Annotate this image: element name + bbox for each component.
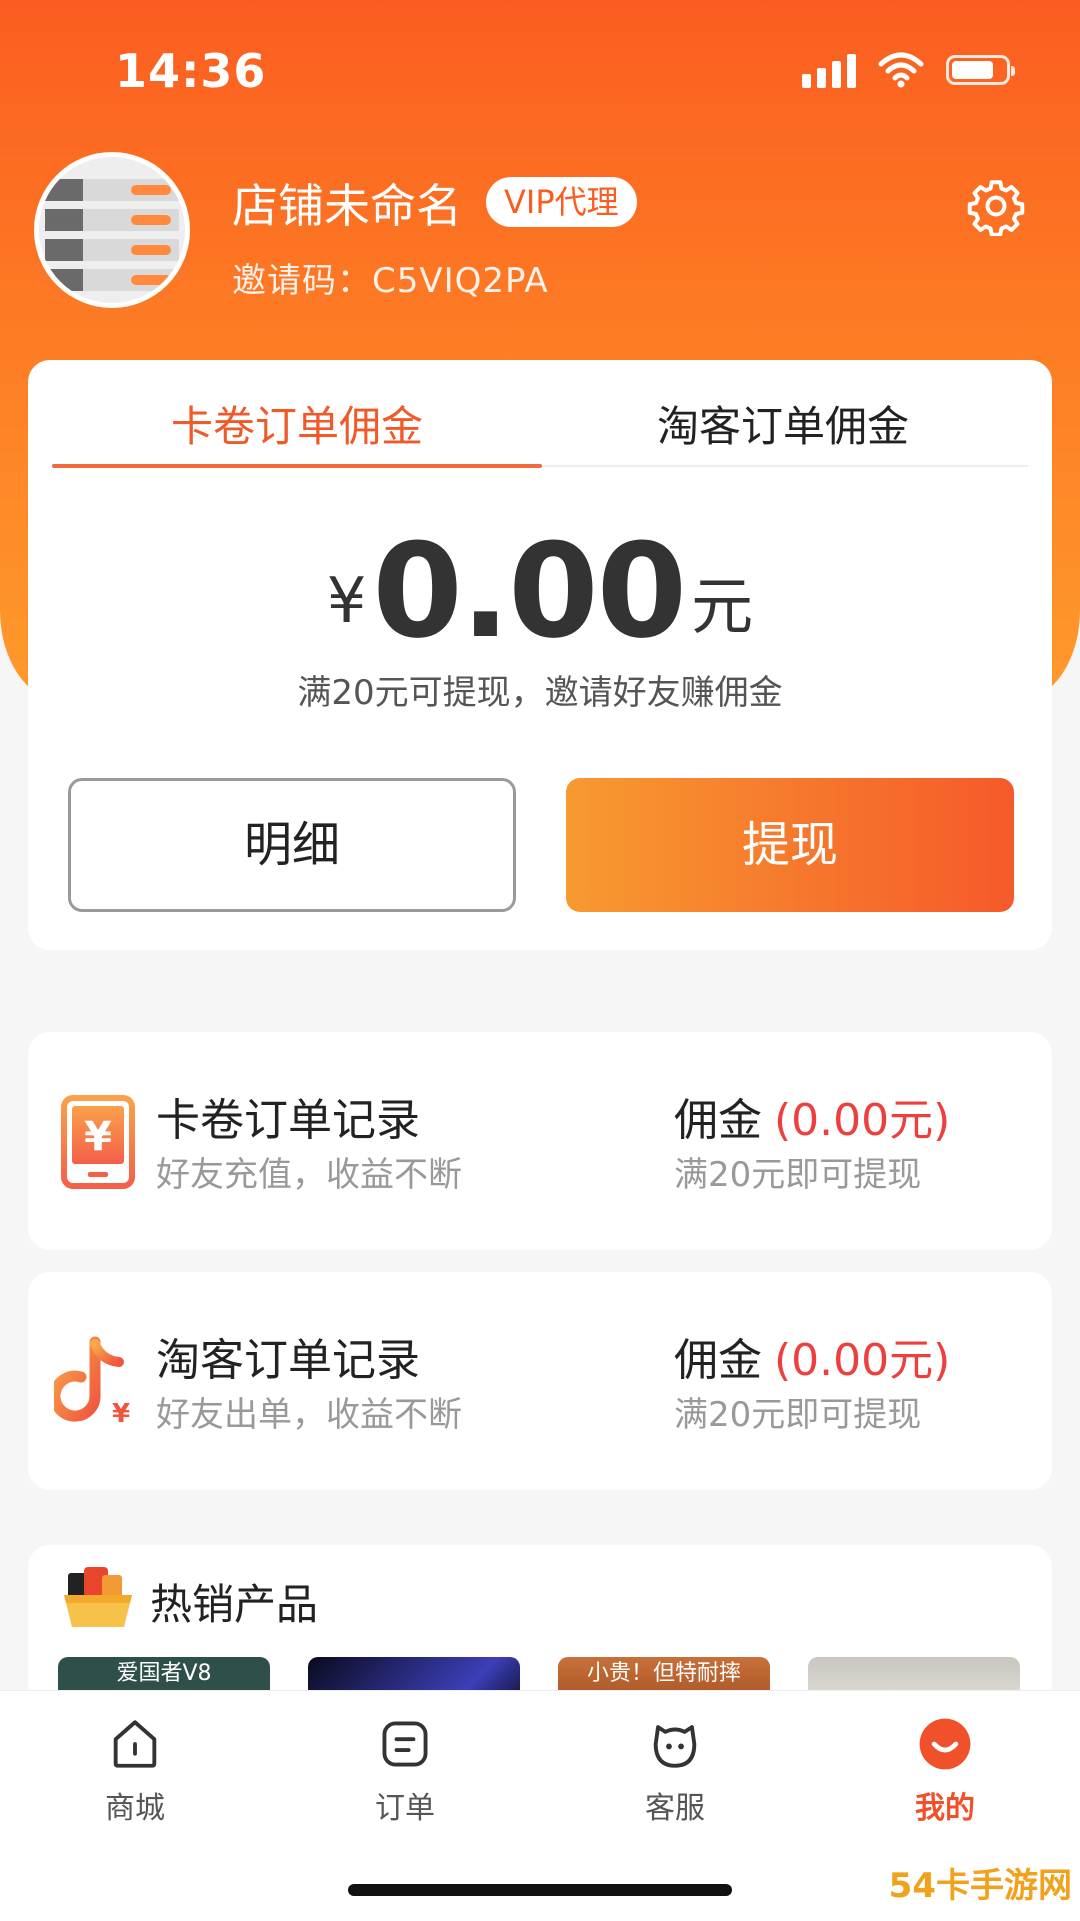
currency-symbol: ¥ [326,564,367,637]
record-threshold: 满20元即可提现 [674,1155,922,1195]
amount-unit: 元 [691,570,754,643]
avatar[interactable] [34,152,190,308]
record-subtitle: 好友出单，收益不断 [156,1395,462,1435]
order-icon [382,1721,428,1767]
taoke-order-record[interactable]: ¥ 淘客订单记录 好友出单，收益不断 佣金 (0.00元) 满20元即可提现 [28,1272,1052,1490]
tab-orders[interactable]: 订单 [335,1715,475,1827]
home-indicator [348,1884,732,1896]
tab-mine[interactable]: 我的 [875,1715,1015,1827]
watermark: 54卡手游网 [888,1866,1072,1906]
wifi-icon [878,52,924,88]
record-title: 淘客订单记录 [156,1335,420,1386]
vip-badge: VIP代理 [486,177,637,227]
record-commission: 佣金 (0.00元) [674,1084,950,1148]
signal-icon [802,52,856,88]
commission-label: 佣金 [674,1095,762,1146]
home-icon [113,1720,157,1768]
profile-icon [919,1718,971,1770]
tab-label: 商城 [105,1791,165,1826]
withdraw-button[interactable]: 提现 [566,778,1014,912]
record-subtitle: 好友充值，收益不断 [156,1155,462,1195]
detail-button[interactable]: 明细 [68,778,516,912]
commission-card: 卡卷订单佣金 淘客订单佣金 ¥0.00元 满20元可提现，邀请好友赚佣金 明细 … [28,360,1052,950]
battery-icon [946,55,1015,85]
product-label: 小贵！但特耐摔 [586,1661,741,1686]
settings-gear-icon[interactable] [966,176,1026,236]
product-label: 爱国者V8 [116,1661,212,1686]
tab-taoke-order-commission[interactable]: 淘客订单佣金 [538,388,1028,466]
svg-text:¥: ¥ [84,1114,112,1160]
commission-value: (0.00元) [774,1095,951,1146]
tab-label: 我的 [915,1791,975,1826]
status-icons [802,50,1015,90]
card-order-record[interactable]: ¥ 卡卷订单记录 好友充值，收益不断 佣金 (0.00元) 满20元即可提现 [28,1032,1052,1250]
invite-code[interactable]: 邀请码：C5VIQ2PA [232,253,549,302]
amount-value: 0.00 [372,515,687,667]
shopping-basket-icon [64,1567,132,1627]
svg-text:¥: ¥ [112,1399,130,1429]
commission-value: (0.00元) [774,1335,951,1386]
record-threshold: 满20元即可提现 [674,1395,922,1435]
hot-products-title: 热销产品 [150,1580,319,1629]
tab-divider [542,465,1028,467]
phone-yen-icon: ¥ [61,1095,135,1189]
tiktok-yen-icon: ¥ [54,1336,130,1429]
service-icon [653,1725,697,1768]
shop-name[interactable]: 店铺未命名 [232,170,462,236]
status-time: 14:36 [115,44,267,98]
tab-card-order-commission[interactable]: 卡卷订单佣金 [52,388,542,466]
commission-amount: ¥0.00元 [28,515,1052,667]
record-title: 卡卷订单记录 [156,1095,420,1146]
withdraw-note: 满20元可提现，邀请好友赚佣金 [297,673,783,713]
tab-mall[interactable]: 商城 [65,1715,205,1827]
record-commission: 佣金 (0.00元) [674,1324,950,1388]
commission-label: 佣金 [674,1335,762,1386]
tab-label: 客服 [645,1791,705,1826]
tab-label: 订单 [375,1791,435,1826]
tab-customer-service[interactable]: 客服 [605,1715,745,1827]
active-tab-indicator [52,464,542,468]
